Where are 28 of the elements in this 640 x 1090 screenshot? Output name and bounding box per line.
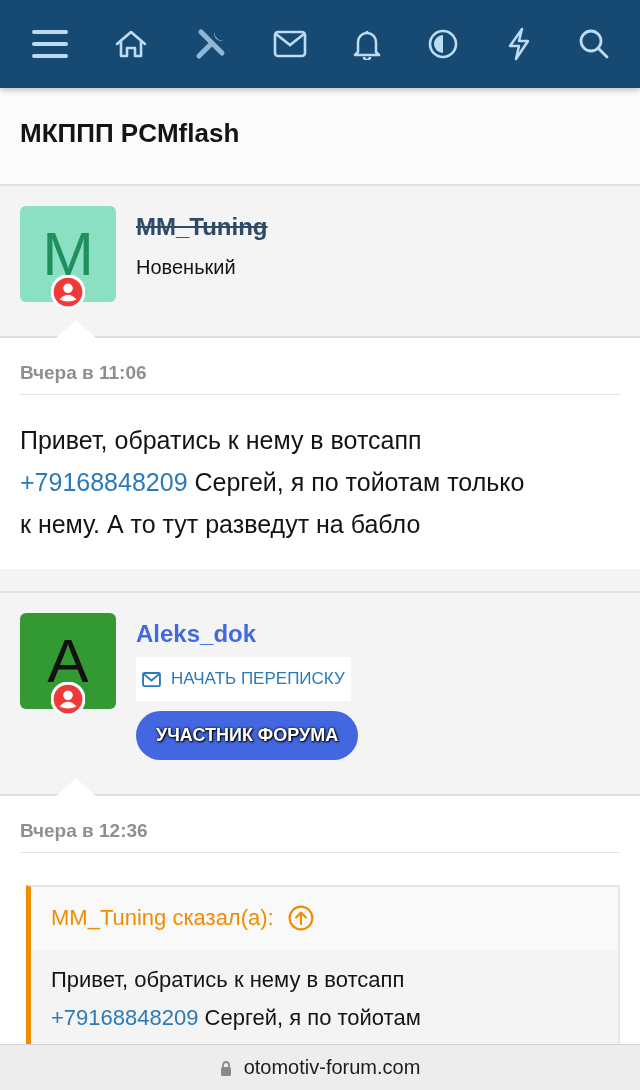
bell-icon[interactable] — [353, 28, 382, 60]
post-date[interactable]: Вчера в 12:36 — [20, 820, 620, 853]
contrast-icon[interactable] — [427, 28, 460, 60]
lock-icon — [219, 1059, 232, 1076]
phone-link[interactable]: +79168848209 — [20, 468, 188, 496]
home-icon[interactable] — [114, 29, 149, 59]
post-text: Привет, обратись к нему в вотсапп +79168848209 Сергей, я по тойотам только к нему. А то тут разведут на бабло — [20, 425, 526, 540]
username-link[interactable]: Aleks_dok — [136, 619, 257, 649]
user-status-icon — [51, 275, 85, 309]
thread-title: МКППП PCMflash — [20, 117, 241, 150]
phone-link[interactable]: +79168848209 — [51, 1005, 199, 1030]
menu-icon[interactable] — [32, 29, 68, 59]
username-link[interactable]: MM_Tuning — [136, 212, 268, 242]
search-icon[interactable] — [577, 28, 610, 60]
avatar[interactable]: A — [20, 613, 116, 709]
post-date[interactable]: Вчера в 11:06 — [20, 362, 620, 395]
user-title: Новенький — [136, 256, 236, 279]
quote-text: Привет, обратись к нему в вотсапп +79168848209 Сергей, я по тойотам — [50, 966, 422, 1032]
address-bar[interactable]: otomotiv-forum.com — [0, 1044, 640, 1090]
user-banner: УЧАСТНИК ФОРУМА — [136, 711, 359, 760]
start-conversation-button[interactable]: НАЧАТЬ ПЕРЕПИСКУ — [136, 657, 351, 701]
url-text: otomotiv-forum.com — [243, 1056, 421, 1079]
user-status-icon — [51, 682, 85, 716]
quote-author[interactable]: MM_Tuning сказал(а): — [51, 905, 274, 931]
envelope-icon — [142, 671, 161, 687]
mail-icon[interactable] — [272, 30, 307, 58]
tools-icon[interactable] — [194, 28, 227, 60]
avatar[interactable]: M — [20, 206, 116, 302]
